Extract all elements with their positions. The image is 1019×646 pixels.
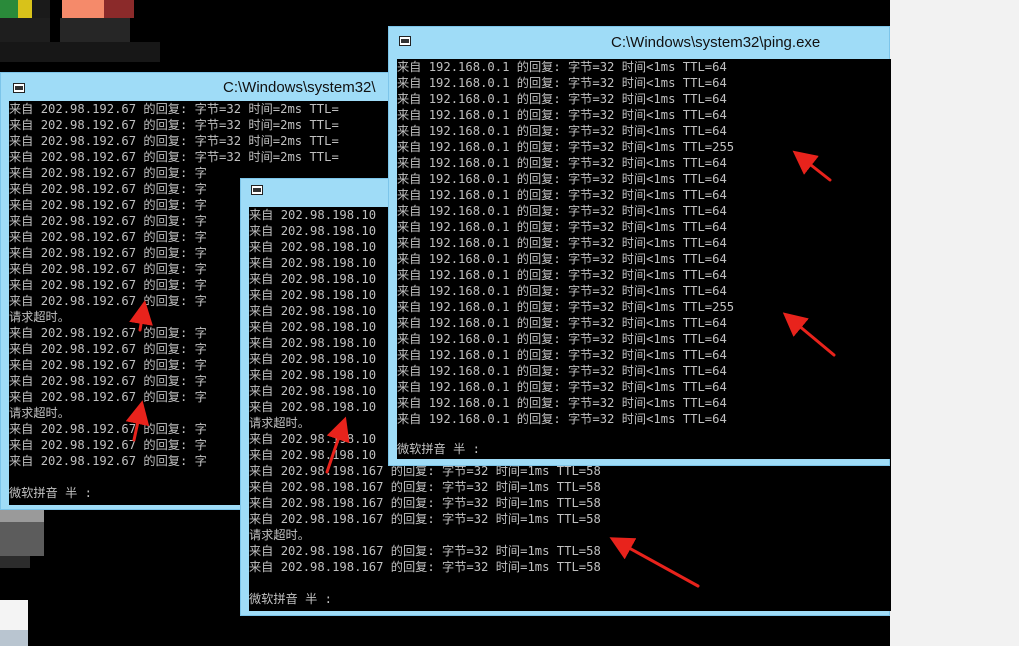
ime-status-left: 微软拼音 半 : bbox=[9, 486, 92, 500]
console-window-icon[interactable] bbox=[399, 36, 411, 46]
console-line: 请求超时。 bbox=[249, 528, 310, 542]
console-line: 来自 192.168.0.1 的回复: 字节=32 时间<1ms TTL=64 bbox=[397, 236, 727, 250]
console-line: 来自 202.98.198.167 的回复: 字节=32 时间=1ms TTL=… bbox=[249, 496, 601, 510]
console-window-right[interactable]: C:\Windows\system32\ping.exe 来自 192.168.… bbox=[388, 26, 891, 466]
window-title-left: C:\Windows\system32\ bbox=[223, 79, 376, 96]
console-line: 来自 192.168.0.1 的回复: 字节=32 时间<1ms TTL=64 bbox=[397, 172, 727, 186]
console-line: 来自 202.98.198.167 的回复: 字节=32 时间=1ms TTL=… bbox=[249, 560, 601, 574]
ime-status-middle: 微软拼音 半 : bbox=[249, 592, 332, 606]
console-line: 来自 192.168.0.1 的回复: 字节=32 时间<1ms TTL=64 bbox=[397, 268, 727, 282]
console-line: 来自 192.168.0.1 的回复: 字节=32 时间<1ms TTL=64 bbox=[397, 396, 727, 410]
console-line: 来自 192.168.0.1 的回复: 字节=32 时间<1ms TTL=64 bbox=[397, 348, 727, 362]
desktop-background bbox=[890, 0, 1019, 646]
console-line: 来自 202.98.198.167 的回复: 字节=32 时间=1ms TTL=… bbox=[249, 480, 601, 494]
console-lines-right: 来自 192.168.0.1 的回复: 字节=32 时间<1ms TTL=64 来… bbox=[397, 59, 734, 427]
console-line: 来自 192.168.0.1 的回复: 字节=32 时间<1ms TTL=64 bbox=[397, 60, 727, 74]
console-line: 来自 192.168.0.1 的回复: 字节=32 时间<1ms TTL=64 bbox=[397, 108, 727, 122]
console-line: 来自 202.98.192.67 的回复: 字节=32 时间=2ms TTL= bbox=[9, 134, 339, 148]
ime-status-right: 微软拼音 半 : bbox=[397, 442, 480, 456]
console-line: 来自 192.168.0.1 的回复: 字节=32 时间<1ms TTL=64 bbox=[397, 412, 727, 426]
console-line: 来自 192.168.0.1 的回复: 字节=32 时间<1ms TTL=64 bbox=[397, 220, 727, 234]
console-line: 来自 192.168.0.1 的回复: 字节=32 时间<1ms TTL=255 bbox=[397, 140, 735, 154]
titlebar-left[interactable]: C:\Windows\system32\ bbox=[1, 73, 399, 101]
console-line: 来自 202.98.192.67 的回复: 字节=32 时间=2ms TTL= bbox=[9, 118, 339, 132]
console-line: 来自 192.168.0.1 的回复: 字节=32 时间<1ms TTL=64 bbox=[397, 332, 727, 346]
console-line: 来自 192.168.0.1 的回复: 字节=32 时间<1ms TTL=64 bbox=[397, 204, 727, 218]
console-line: 来自 192.168.0.1 的回复: 字节=32 时间<1ms TTL=64 bbox=[397, 92, 727, 106]
console-line: 来自 192.168.0.1 的回复: 字节=32 时间<1ms TTL=64 bbox=[397, 316, 727, 330]
console-line: 来自 202.98.192.67 的回复: 字节=32 时间=2ms TTL= bbox=[9, 150, 339, 164]
console-line: 来自 192.168.0.1 的回复: 字节=32 时间<1ms TTL=64 bbox=[397, 188, 727, 202]
console-line: 来自 192.168.0.1 的回复: 字节=32 时间<1ms TTL=64 bbox=[397, 284, 727, 298]
console-window-icon[interactable] bbox=[251, 185, 263, 195]
console-output-right: 来自 192.168.0.1 的回复: 字节=32 时间<1ms TTL=64 来… bbox=[397, 59, 891, 459]
console-line: 来自 192.168.0.1 的回复: 字节=32 时间<1ms TTL=64 bbox=[397, 252, 727, 266]
console-line: 来自 192.168.0.1 的回复: 字节=32 时间<1ms TTL=64 bbox=[397, 364, 727, 378]
console-line: 来自 192.168.0.1 的回复: 字节=32 时间<1ms TTL=64 bbox=[397, 380, 727, 394]
console-line: 来自 202.98.198.167 的回复: 字节=32 时间=1ms TTL=… bbox=[249, 544, 601, 558]
console-line: 来自 192.168.0.1 的回复: 字节=32 时间<1ms TTL=64 bbox=[397, 156, 727, 170]
console-line: 来自 192.168.0.1 的回复: 字节=32 时间<1ms TTL=255 bbox=[397, 300, 735, 314]
console-window-icon[interactable] bbox=[13, 83, 25, 93]
console-line: 来自 192.168.0.1 的回复: 字节=32 时间<1ms TTL=64 bbox=[397, 76, 727, 90]
window-title-right: C:\Windows\system32\ping.exe bbox=[611, 34, 821, 51]
console-line: 来自 192.168.0.1 的回复: 字节=32 时间<1ms TTL=64 bbox=[397, 124, 727, 138]
console-line: 来自 202.98.198.167 的回复: 字节=32 时间=1ms TTL=… bbox=[249, 512, 601, 526]
titlebar-right[interactable]: C:\Windows\system32\ping.exe bbox=[389, 27, 889, 55]
console-line: 来自 202.98.192.67 的回复: 字节=32 时间=2ms TTL= bbox=[9, 102, 339, 116]
